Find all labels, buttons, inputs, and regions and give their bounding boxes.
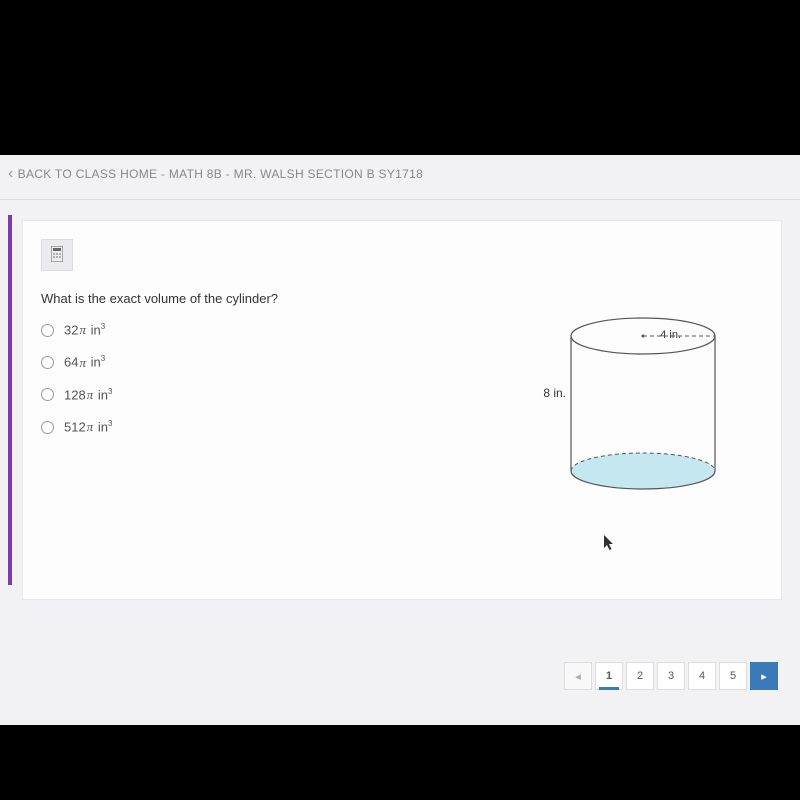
radio-icon: [41, 356, 54, 369]
page-3[interactable]: 3: [657, 662, 685, 690]
option-label: 512π in3: [64, 419, 112, 435]
page-5[interactable]: 5: [719, 662, 747, 690]
option-label: 32π in3: [64, 322, 105, 338]
question-card: What is the exact volume of the cylinder…: [22, 220, 782, 600]
radio-icon: [41, 388, 54, 401]
radio-icon: [41, 421, 54, 434]
calculator-button[interactable]: [41, 239, 73, 271]
page-prev[interactable]: ◂: [564, 662, 592, 690]
breadcrumb[interactable]: ‹ BACK TO CLASS HOME - MATH 8B - MR. WAL…: [0, 155, 800, 193]
radio-icon: [41, 324, 54, 337]
option-label: 64π in3: [64, 354, 105, 370]
cylinder-height-label: 8 in.: [543, 386, 566, 400]
pagination: ◂ 1 2 3 4 5 ▸: [564, 662, 778, 690]
calculator-icon: [51, 246, 63, 265]
question-text: What is the exact volume of the cylinder…: [41, 291, 763, 306]
page-2[interactable]: 2: [626, 662, 654, 690]
accent-bar: [8, 215, 12, 585]
cursor-icon: [604, 535, 616, 554]
chevron-left-icon: ‹: [8, 165, 14, 183]
page-1[interactable]: 1: [595, 662, 623, 690]
page-4[interactable]: 4: [688, 662, 716, 690]
breadcrumb-label: BACK TO CLASS HOME - MATH 8B - MR. WALSH…: [18, 167, 423, 181]
cylinder-diagram: [566, 316, 721, 496]
page-next[interactable]: ▸: [750, 662, 778, 690]
option-label: 128π in3: [64, 387, 112, 403]
